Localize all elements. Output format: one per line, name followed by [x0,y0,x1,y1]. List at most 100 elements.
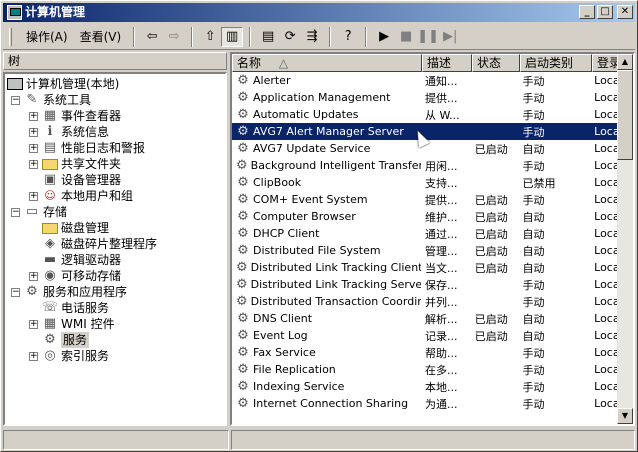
menu-view[interactable]: 查看(V) [74,26,128,47]
toolbar-separator [365,26,368,47]
service-row[interactable]: ⚙ Automatic Updates 从 W... 手动 Loca [232,106,620,123]
stop-service-icon[interactable]: ■ [395,27,417,47]
pause-service-icon[interactable]: ❚❚ [417,27,439,47]
service-row[interactable]: ⚙ Internet Connection Sharing 为通... 手动 Loca [232,395,620,412]
restart-service-icon[interactable]: ▶| [439,27,461,47]
expand-icon[interactable]: + [29,319,38,329]
column-header-status[interactable]: 状态 [472,54,520,72]
service-row[interactable]: ⚙ Background Intelligent Transfer ... 用闲..… [232,157,620,174]
up-level-icon[interactable]: ⇧ [199,27,221,47]
forward-icon[interactable]: ⇨ [163,27,185,47]
event-viewer-icon: ▦ [43,108,57,123]
tree-item[interactable]: + ▤ 性能日志和警报 [29,140,145,156]
close-button[interactable]: ✕ [617,5,633,19]
tree-item[interactable]: ☏ 电话服务 [29,300,109,316]
service-gear-icon: ⚙ [237,243,249,258]
window-controls: _ □ ✕ [579,5,633,19]
tree-item[interactable]: 磁盘管理 [29,220,109,236]
users-icon: ☺ [44,189,56,202]
column-header-description[interactable]: 描述 [422,54,472,72]
back-icon[interactable]: ⇦ [141,27,163,47]
service-name-cell: ⚙ Distributed Transaction Coordin... [232,295,421,309]
service-status: 已启动 [474,142,508,156]
vertical-scrollbar[interactable]: ▲ ▼ [617,54,633,424]
service-row[interactable]: ⚙ Indexing Service 本地... 手动 Loca [232,378,620,395]
service-startup-type: 手动 [522,108,545,122]
tree-item[interactable]: + ◎ 索引服务 [29,348,109,364]
scroll-up-icon[interactable]: ▲ [617,54,633,70]
scroll-down-icon[interactable]: ▼ [617,408,633,424]
service-row[interactable]: ⚙ Distributed File System 管理... 已启动 自动 Loca [232,242,620,259]
expand-icon[interactable]: + [29,143,38,153]
service-row[interactable]: ⚙ Event Log 记录... 已启动 自动 Loca [232,327,620,344]
collapse-icon[interactable]: − [11,207,20,217]
collapse-icon[interactable]: − [11,287,20,297]
expand-icon[interactable]: + [29,271,38,281]
refresh-icon[interactable]: ⟳ [279,27,301,47]
tree-item[interactable]: ▬ 逻辑驱动器 [29,252,121,268]
column-header-startup-type[interactable]: 启动类别 [520,54,592,72]
expand-icon[interactable]: + [29,191,38,201]
service-row[interactable]: ⚙ DNS Client 解析... 已启动 自动 Loca [232,310,620,327]
tree-item[interactable]: + ℹ 系统信息 [29,124,109,140]
tree-item[interactable]: − ▭ 存储 [11,204,67,220]
show-hide-tree-icon[interactable]: ▥ [221,26,244,47]
tree-item[interactable]: 计算机管理(本地) [7,76,119,92]
tree-item-label: 设备管理器 [61,173,122,187]
expand-icon[interactable]: + [29,111,38,121]
column-header-name[interactable]: 名称 △ [232,54,422,72]
export-list-icon[interactable]: ⇶ [301,27,323,47]
service-row[interactable]: ⚙ Distributed Link Tracking Client 当文... 已启… [232,259,620,276]
expand-icon[interactable]: + [29,351,38,361]
service-name-cell: ⚙ File Replication [232,363,421,377]
service-row[interactable]: ⚙ Alerter 通知... 手动 Loca [232,72,620,89]
tree-item[interactable]: + 共享文件夹 [29,156,121,172]
expand-icon[interactable]: + [29,127,38,137]
tree-header[interactable]: 树 [3,52,227,70]
service-row[interactable]: ⚙ Computer Browser 维护... 已启动 自动 Loca [232,208,620,225]
expand-icon[interactable]: + [29,159,38,169]
start-service-icon[interactable]: ▶ [373,27,395,47]
maximize-button[interactable]: □ [597,5,613,19]
tree-item[interactable]: + ▦ 事件查看器 [29,108,121,124]
service-row[interactable]: ⚙ COM+ Event System 提供... 已启动 手动 Loca [232,191,620,208]
service-name: Indexing Service [253,380,345,393]
tree-item[interactable]: + ▦ WMI 控件 [29,316,115,332]
services-rows: ⚙ Alerter 通知... 手动 Loca ⚙ Application Manageme… [232,72,620,412]
tree-item[interactable]: − ✎ 系统工具 [11,92,91,108]
tree-item[interactable]: + ☺ 本地用户和组 [29,188,133,204]
defrag-icon: ◈ [45,236,55,251]
minimize-button[interactable]: _ [579,5,595,19]
console-tree[interactable]: 计算机管理(本地) − ✎ 系统工具 + ▦ 事件查看器 + ℹ 系统信息 + ▤ 性能日志和警报 + 共享… [3,72,227,426]
service-name: Internet Connection Sharing [253,397,409,410]
service-gear-icon: ⚙ [237,192,249,207]
service-name: COM+ Event System [253,193,368,206]
service-description: 提供... [424,91,458,105]
service-row[interactable]: ⚙ Distributed Link Tracking Server 保存... 手动… [232,276,620,293]
service-logon: Loca [594,261,620,274]
properties-icon[interactable]: ▤ [257,27,279,47]
service-row[interactable]: ⚙ Application Management 提供... 手动 Loca [232,89,620,106]
tree-item[interactable]: ⚙ 服务 [29,332,90,348]
help-icon[interactable]: ? [337,27,359,47]
service-name: Distributed Transaction Coordin... [250,295,421,308]
tree-item[interactable]: ◈ 磁盘碎片整理程序 [29,236,157,252]
tools-icon: ✎ [26,92,38,107]
tree-item[interactable]: ▣ 设备管理器 [29,172,121,188]
title-bar[interactable]: 计算机管理 _ □ ✕ [3,3,635,22]
service-row[interactable]: ⚙ File Replication 在多... 手动 Loca [232,361,620,378]
service-row[interactable]: ⚙ DHCP Client 通过... 已启动 自动 Loca [232,225,620,242]
tree-item[interactable]: − ⚙ 服务和应用程序 [11,284,127,300]
service-name: DNS Client [253,312,313,325]
service-logon: Loca [594,346,620,359]
service-row[interactable]: ⚙ ClipBook 支持... 已禁用 Loca [232,174,620,191]
collapse-icon[interactable]: − [11,95,20,105]
toolbar-separator [191,26,194,47]
services-apps-icon: ⚙ [26,284,38,299]
service-row[interactable]: ⚙ Fax Service 帮助... 手动 Loca [232,344,620,361]
service-row[interactable]: ⚙ Distributed Transaction Coordin... 并列...… [232,293,620,310]
tree-item[interactable]: + ◉ 可移动存储 [29,268,121,284]
menu-action[interactable]: 操作(A) [20,26,74,47]
disk-mgmt-icon [42,222,58,234]
scrollbar-thumb[interactable] [617,70,633,160]
